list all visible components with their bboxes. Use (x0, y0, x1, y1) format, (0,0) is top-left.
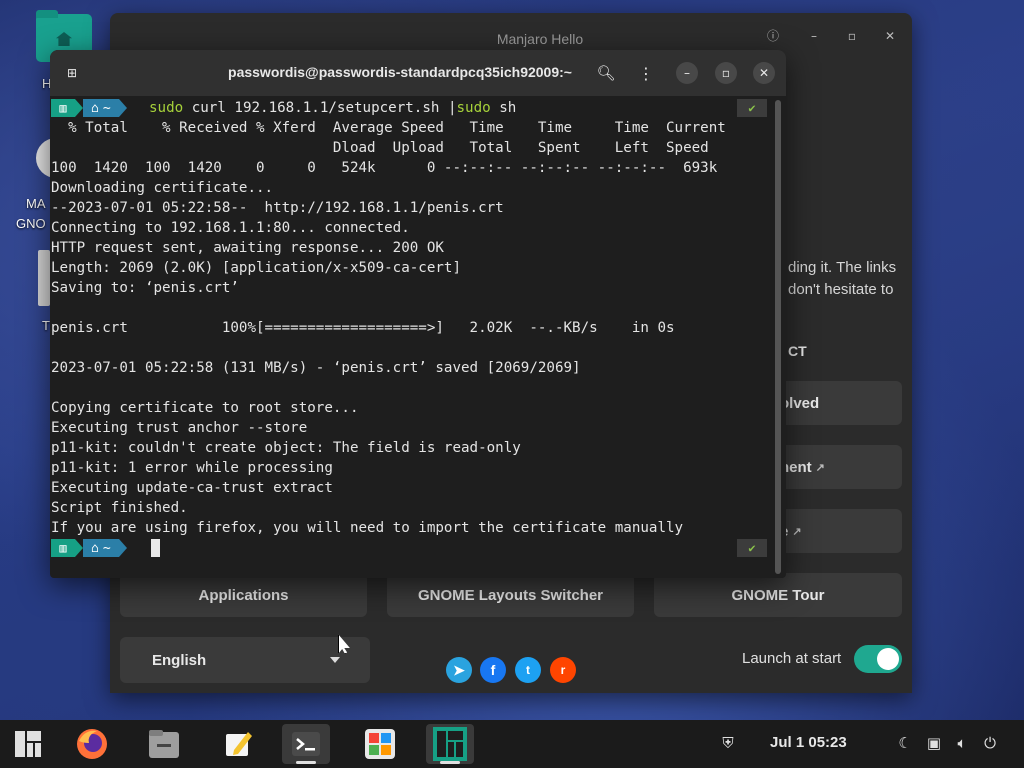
info-icon[interactable]: ⓘ (762, 25, 784, 47)
output-line: Executing update-ca-trust extract (51, 480, 333, 496)
screen-icon[interactable]: ▣ (924, 734, 944, 752)
status-ok-icon: ✔ (737, 99, 767, 117)
command-token: sudo (456, 100, 491, 116)
output-line: Connecting to 192.168.1.1:80... connecte… (51, 220, 410, 236)
facebook-icon[interactable]: f (480, 657, 506, 683)
command-token: sudo (149, 100, 184, 116)
desktop-icon-label: GNO (16, 216, 46, 231)
language-select[interactable]: English (120, 637, 370, 683)
command-token: curl 192.168.1.1/setupcert.sh | (183, 100, 457, 116)
status-ok-icon: ✔ (737, 539, 767, 557)
maximize-icon[interactable]: ▫ (841, 25, 863, 47)
volume-icon[interactable]: 🔈︎ (952, 734, 972, 752)
launch-at-start-label: Launch at start (742, 650, 842, 667)
output-line: p11-kit: couldn't create object: The fie… (51, 440, 521, 456)
output-line: % Total % Received % Xferd Average Speed… (51, 120, 726, 136)
welcome-text: don't hesitate to (788, 281, 894, 298)
terminal-output[interactable]: ▥ ⌂ ~ sudo curl 192.168.1.1/setupcert.sh … (51, 98, 771, 578)
get-involved-button[interactable]: olved (770, 381, 902, 425)
output-line: Dload Upload Total Spent Left Speed (51, 140, 709, 156)
manjaro-logo-icon: ▥ (51, 99, 75, 117)
prompt-separator (118, 539, 127, 557)
prompt-separator (75, 99, 83, 117)
section-title: CT (788, 343, 807, 359)
moon-icon[interactable]: ☾ (895, 734, 915, 752)
reddit-icon[interactable]: r (550, 657, 576, 683)
output-line: If you are using firefox, you will need … (51, 520, 684, 536)
output-line: Downloading certificate... (51, 180, 274, 196)
toggle-knob (877, 648, 899, 670)
prompt-separator (75, 539, 83, 557)
home-icon: ⌂ (91, 100, 99, 116)
minimize-icon[interactable]: – (803, 25, 825, 47)
telegram-icon[interactable]: ➤ (446, 657, 472, 683)
prompt-dir-text: ~ (102, 540, 111, 556)
document-icon[interactable] (38, 250, 50, 306)
prompt-dir: ⌂ ~ (83, 99, 119, 117)
shield-icon[interactable]: ⛨ (718, 734, 738, 752)
gnome-tour-button[interactable]: GNOME Tour (654, 573, 902, 617)
close-icon[interactable]: ✕ (879, 25, 901, 47)
command-line: sudo curl 192.168.1.1/setupcert.sh |sudo… (149, 98, 516, 118)
applications-button[interactable]: Applications (120, 573, 367, 617)
output-line: Script finished. (51, 500, 188, 516)
new-tab-icon[interactable]: ⊞ (61, 62, 83, 84)
external-link-icon: ↗ (815, 461, 825, 474)
prompt-dir: ⌂ ~ (83, 539, 119, 557)
button-label: GNOME Tour (731, 586, 825, 604)
text-cursor (151, 539, 160, 557)
terminal-title: passwordis@passwordis-standardpcq35ich92… (228, 64, 572, 80)
house-icon (56, 32, 72, 46)
file-manager-icon[interactable] (140, 724, 188, 764)
taskbar: ⛨ Jul 1 05:23 ☾ ▣ 🔈︎ ⏻ (0, 720, 1024, 768)
command-token: sh (490, 100, 517, 116)
output-line: 2023-07-01 05:22:58 (131 MB/s) - ‘penis.… (51, 360, 581, 376)
text-editor-icon[interactable] (214, 724, 262, 764)
donate-button[interactable]: e↗ (770, 509, 902, 553)
manjaro-menu-icon[interactable] (4, 724, 52, 764)
terminal-window: ⊞ passwordis@passwordis-standardpcq35ich… (50, 50, 786, 578)
external-link-icon: ↗ (792, 525, 802, 538)
clock[interactable]: Jul 1 05:23 (770, 734, 847, 751)
gnome-layouts-switcher-button[interactable]: GNOME Layouts Switcher (387, 573, 634, 617)
launch-at-start-toggle[interactable] (854, 645, 902, 673)
software-center-icon[interactable] (356, 724, 404, 764)
manjaro-hello-icon[interactable] (426, 724, 474, 764)
terminal-icon[interactable] (282, 724, 330, 764)
prompt: ▥ ⌂ ~ (51, 539, 127, 557)
twitter-icon[interactable]: t (515, 657, 541, 683)
output-line: HTTP request sent, awaiting response... … (51, 240, 444, 256)
development-button[interactable]: nent ↗ (770, 445, 902, 489)
firefox-icon[interactable] (68, 724, 116, 764)
button-label: Applications (198, 586, 289, 604)
close-icon[interactable]: ✕ (753, 62, 775, 84)
desktop-icon-label: T (42, 318, 50, 333)
maximize-icon[interactable]: ▫ (715, 62, 737, 84)
prompt-dir-text: ~ (102, 100, 111, 116)
output-line: 100 1420 100 1420 0 0 524k 0 --:--:-- --… (51, 160, 718, 176)
manjaro-logo-icon: ▥ (51, 539, 75, 557)
language-value: English (152, 651, 207, 669)
prompt: ▥ ⌂ ~ (51, 99, 127, 117)
search-icon[interactable]: 🔍︎ (595, 62, 617, 84)
desktop-icon-label: MA (26, 196, 46, 211)
output-line: Executing trust anchor --store (51, 420, 308, 436)
output-line: Saving to: ‘penis.crt’ (51, 280, 239, 296)
output-line: --2023-07-01 05:22:58-- http://192.168.1… (51, 200, 504, 216)
menu-icon[interactable]: ⋮ (635, 62, 657, 84)
chevron-down-icon (330, 657, 340, 663)
home-icon: ⌂ (91, 540, 99, 556)
scrollbar[interactable] (775, 100, 781, 574)
power-icon[interactable]: ⏻ (980, 734, 1000, 752)
minimize-icon[interactable]: – (676, 62, 698, 84)
terminal-header: ⊞ passwordis@passwordis-standardpcq35ich… (50, 50, 786, 96)
welcome-text: ding it. The links (788, 259, 897, 276)
output-line: p11-kit: 1 error while processing (51, 460, 333, 476)
output-line: penis.crt 100%[===================>] 2.0… (51, 320, 675, 336)
output-line: Length: 2069 (2.0K) [application/x-x509-… (51, 260, 461, 276)
prompt-separator (118, 99, 127, 117)
output-line: Copying certificate to root store... (51, 400, 359, 416)
button-label: GNOME Layouts Switcher (417, 586, 604, 604)
